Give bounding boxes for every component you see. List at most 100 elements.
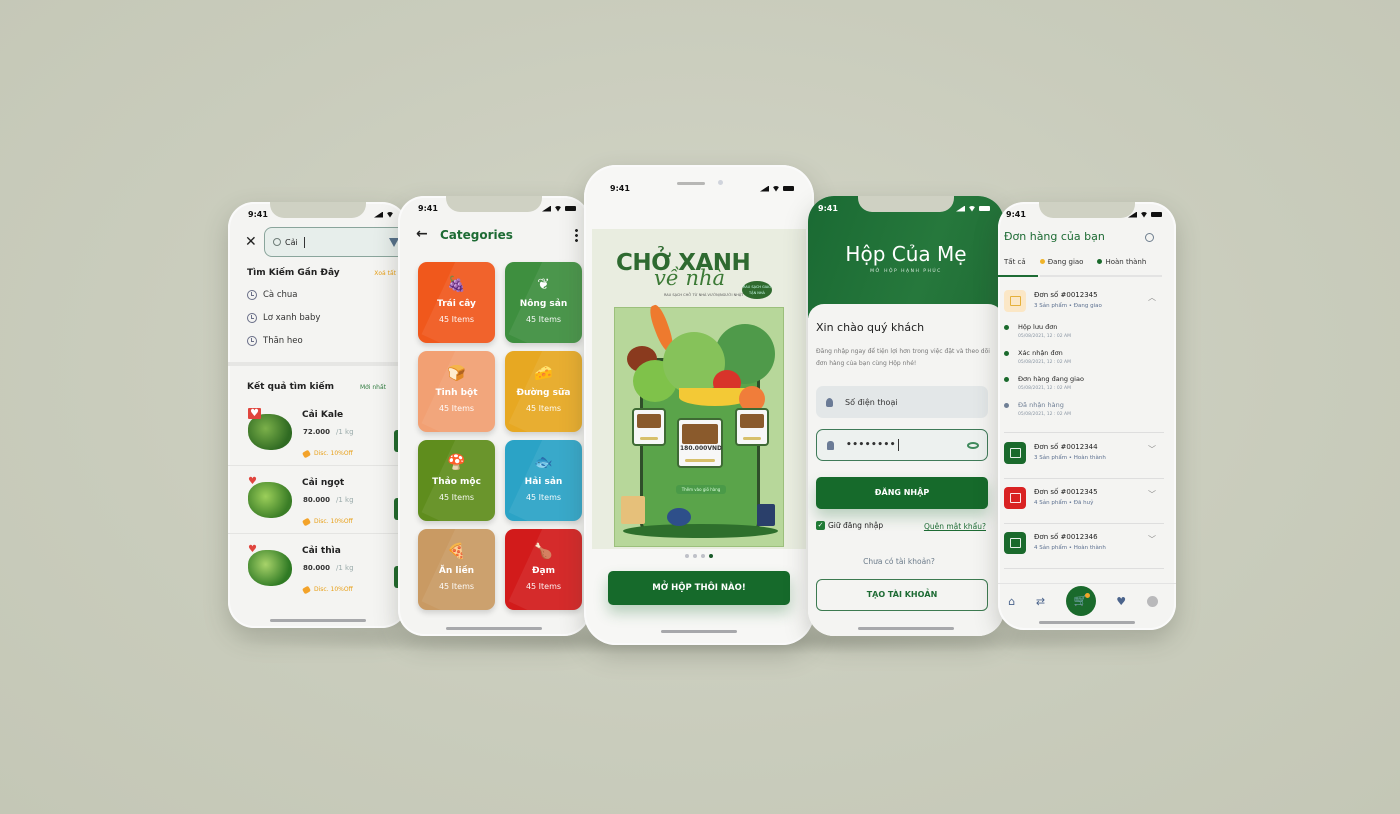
status-time: 9:41 [248, 210, 268, 219]
order-number: Đơn số #0012344 [1034, 443, 1098, 451]
category-card[interactable]: 🍗 Đạm 45 Items [505, 529, 582, 610]
order-item[interactable]: Đơn số #0012345 4 Sản phẩm • Đã huỷ ﹀ [998, 479, 1164, 523]
forgot-password-link[interactable]: Quên mật khẩu? [924, 522, 986, 531]
order-meta: 4 Sản phẩm • Hoàn thành [1034, 545, 1106, 551]
login-button[interactable]: ĐĂNG NHẬP [816, 477, 988, 509]
page-dot[interactable] [709, 554, 713, 558]
heart-icon[interactable]: ♥ [1116, 595, 1126, 608]
open-box-button[interactable]: MỞ HỘP THÔI NÀO! [608, 571, 790, 605]
heart-icon[interactable]: ♥ [248, 476, 257, 487]
product-name: Cải Kale [302, 410, 344, 420]
category-card[interactable]: ❦ Nông sản 45 Items [505, 262, 582, 343]
page-dot[interactable] [701, 554, 705, 558]
product-item[interactable]: ♥ Cải Kale 72.000/1 kg Disc. 10%Off 🛒 [228, 398, 408, 466]
history-icon [247, 290, 257, 300]
timeline-step: Đơn hàng đang giao 05/08/2021, 12 : 02 A… [1004, 375, 1084, 391]
home-icon[interactable]: ⌂ [1008, 595, 1015, 608]
clear-all-link[interactable]: Xoá tất [374, 270, 396, 277]
status-bar: 9:41 [418, 204, 576, 213]
cart-icon[interactable]: 🛒 [1065, 586, 1096, 616]
avatar[interactable] [1146, 595, 1158, 607]
recent-search-item[interactable]: Thăn heo [247, 336, 303, 346]
divider [998, 583, 1176, 584]
category-icon: 🍄 [447, 453, 466, 471]
poster-tagline: RAU SẠCH CHỞ TỪ NHÀ VƯỜN/NGƯỜI NHẬT [664, 293, 744, 297]
checkbox-checked-icon[interactable]: ✓ [816, 521, 825, 530]
back-arrow-icon[interactable]: ← [416, 226, 428, 242]
more-options-icon[interactable] [575, 228, 578, 242]
signal-icon [760, 185, 769, 192]
poster-subheadline: về nhà [654, 266, 726, 290]
illustration-add-to-cart: Thêm vào giỏ hàng [676, 485, 726, 494]
discount-label: Disc. 10%Off [301, 585, 353, 594]
product-image [248, 550, 292, 586]
tag-icon [301, 517, 312, 526]
category-card[interactable]: 🍞 Tinh bột 45 Items [418, 351, 495, 432]
search-icon[interactable] [1145, 233, 1154, 242]
password-field[interactable]: •••••••• [816, 429, 988, 461]
category-card[interactable]: 🐟 Hải sản 45 Items [505, 440, 582, 521]
page-dot[interactable] [693, 554, 697, 558]
ground-illustration [623, 524, 778, 538]
chevron-down-icon[interactable]: ﹀ [1148, 534, 1156, 545]
eye-toggle-icon[interactable] [967, 441, 979, 449]
divider [1004, 432, 1164, 433]
category-icon: ❦ [537, 275, 550, 293]
search-query: Cải [285, 237, 298, 247]
exchange-icon[interactable]: ⇄ [1036, 595, 1045, 608]
category-card[interactable]: 🧀 Đường sữa 45 Items [505, 351, 582, 432]
tab-track [1040, 275, 1162, 277]
section-divider [228, 362, 408, 366]
order-item[interactable]: Đơn số #0012344 3 Sản phẩm • Hoàn thành … [998, 434, 1164, 478]
brand-slogan: MỞ HỘP HẠNH PHÚC [870, 269, 942, 274]
category-icon: 🍇 [447, 275, 466, 293]
chevron-down-icon[interactable]: ﹀ [1148, 489, 1156, 500]
close-icon[interactable]: ✕ [245, 234, 257, 250]
onboarding-screen-phone: 9:41 CHỞ XANH về nhà RAU SẠCH GIAO TẬN N… [584, 165, 814, 645]
poster-badge: RAU SẠCH GIAO TẬN NHÀ [742, 281, 772, 299]
sort-dropdown[interactable]: Mới nhất [360, 384, 386, 391]
category-card[interactable]: 🍕 Ăn liền 45 Items [418, 529, 495, 610]
product-card-illustration [735, 408, 769, 446]
categories-screen-phone: 9:41 ← Categories 🍇 Trái cây 45 Items ❦ N… [398, 196, 590, 636]
category-icon: 🧀 [534, 364, 553, 382]
history-icon [247, 313, 257, 323]
tab-all[interactable]: Tất cả [1004, 258, 1026, 266]
heart-icon[interactable]: ♥ [248, 544, 257, 555]
order-meta: 3 Sản phẩm • Đang giao [1034, 303, 1102, 309]
order-item[interactable]: Đơn số #0012346 4 Sản phẩm • Hoàn thành … [998, 524, 1164, 568]
product-item[interactable]: ♥ Cải thìa 80.000/1 kg Disc. 10%Off 🛒 [228, 534, 408, 602]
product-image [248, 482, 292, 518]
page-dot[interactable] [685, 554, 689, 558]
product-item[interactable]: ♥ Cải ngọt 80.000/1 kg Disc. 10%Off 🛒 [228, 466, 408, 534]
category-name: Đạm [532, 566, 555, 576]
chevron-up-icon[interactable]: ︿ [1148, 292, 1156, 303]
text-caret [898, 439, 900, 451]
heart-icon[interactable]: ♥ [248, 408, 261, 419]
search-input[interactable]: Cải [264, 227, 408, 257]
phone-number-field[interactable]: Số điện thoại [816, 386, 988, 418]
step-dot [1004, 325, 1009, 330]
category-card[interactable]: 🍇 Trái cây 45 Items [418, 262, 495, 343]
remember-me-checkbox[interactable]: ✓ Giữ đăng nhập [816, 521, 883, 530]
home-indicator [661, 630, 737, 633]
battery-icon [783, 186, 794, 191]
wifi-icon [386, 211, 394, 218]
divider [1004, 568, 1164, 569]
category-count: 45 Items [438, 315, 475, 324]
recent-search-item[interactable]: Cà chua [247, 290, 298, 300]
recent-search-item[interactable]: Lơ xanh baby [247, 313, 320, 323]
order-item-expanded[interactable]: Đơn số #0012345 3 Sản phẩm • Đang giao ︿ [998, 282, 1164, 326]
password-value: •••••••• [846, 440, 897, 450]
create-account-button[interactable]: TẠO TÀI KHOẢN [816, 579, 988, 611]
home-indicator [1039, 621, 1135, 624]
chevron-down-icon[interactable]: ﹀ [1148, 444, 1156, 455]
tab-delivering[interactable]: Đang giao [1039, 258, 1083, 266]
tab-completed[interactable]: Hoàn thành [1097, 258, 1146, 266]
category-name: Tinh bột [435, 388, 478, 398]
signal-icon [956, 205, 965, 212]
category-card[interactable]: 🍄 Thảo mộc 45 Items [418, 440, 495, 521]
product-name: Cải ngọt [302, 478, 345, 488]
status-dot [1097, 259, 1103, 264]
history-icon [247, 336, 257, 346]
